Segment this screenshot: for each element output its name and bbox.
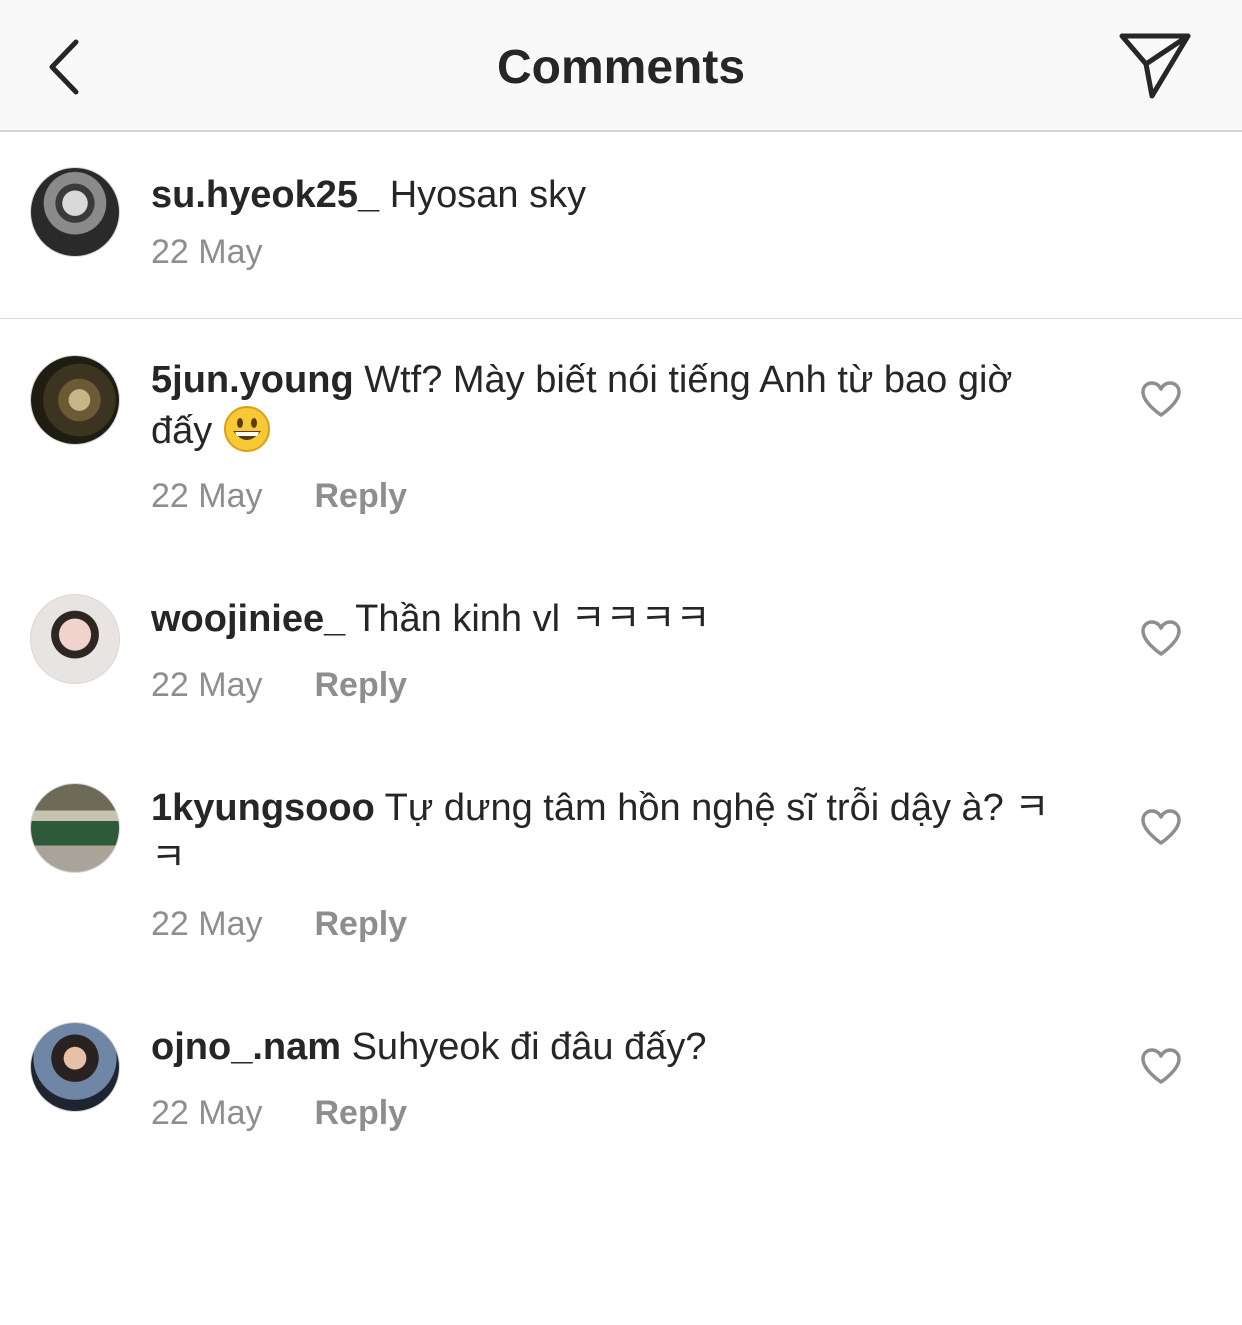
comment-meta: 22 May Reply	[151, 476, 407, 516]
grinning-face-emoji	[223, 406, 270, 452]
timestamp: 22 May	[151, 905, 263, 943]
caption-username[interactable]: su.hyeok25_	[151, 174, 379, 216]
reply-button[interactable]: Reply	[315, 477, 408, 515]
reply-button[interactable]: Reply	[315, 666, 408, 704]
comment-username[interactable]: woojiniee_	[151, 598, 345, 640]
heart-icon[interactable]	[1140, 808, 1182, 846]
page-title: Comments	[496, 41, 746, 94]
avatar[interactable]	[30, 355, 120, 445]
top-nav-bar: Comments	[0, 0, 1242, 132]
reply-button[interactable]: Reply	[315, 1094, 408, 1132]
comment-text: 1kyungsooo Tự dưng tâm hồn nghệ sĩ trỗi …	[151, 783, 1071, 883]
timestamp: 22 May	[151, 233, 263, 271]
comment-text: 5jun.young Wtf? Mày biết nói tiếng Anh t…	[151, 355, 1071, 456]
share-button[interactable]	[1114, 30, 1196, 102]
heart-icon[interactable]	[1140, 380, 1182, 418]
paper-plane-icon	[1119, 33, 1191, 99]
avatar[interactable]	[30, 594, 120, 684]
heart-icon[interactable]	[1140, 1047, 1182, 1085]
comment-text: ojno_.nam Suhyeok đi đâu đấy?	[151, 1022, 1071, 1072]
heart-icon[interactable]	[1140, 619, 1182, 657]
comment-username[interactable]: ojno_.nam	[151, 1026, 341, 1068]
caption-date: 22 May	[151, 232, 263, 272]
comment-meta: 22 May Reply	[151, 665, 407, 705]
avatar[interactable]	[30, 167, 120, 257]
comment-meta: 22 May Reply	[151, 1093, 407, 1133]
caption-body: Hyosan sky	[379, 174, 587, 216]
avatar[interactable]	[30, 1022, 120, 1112]
post-caption: su.hyeok25_ Hyosan sky 22 May	[0, 132, 1242, 319]
comment-username[interactable]: 1kyungsooo	[151, 787, 375, 829]
comment-meta: 22 May Reply	[151, 904, 407, 944]
comment-username[interactable]: 5jun.young	[151, 359, 354, 401]
avatar[interactable]	[30, 783, 120, 873]
reply-button[interactable]: Reply	[315, 905, 408, 943]
comment-body: Thần kinh vl ㅋㅋㅋㅋ	[345, 598, 711, 640]
timestamp: 22 May	[151, 1094, 263, 1132]
timestamp: 22 May	[151, 666, 263, 704]
caption-text: su.hyeok25_ Hyosan sky	[151, 170, 1071, 220]
comment-text: woojiniee_ Thần kinh vl ㅋㅋㅋㅋ	[151, 594, 1071, 644]
comment-body: Suhyeok đi đâu đấy?	[341, 1026, 707, 1068]
timestamp: 22 May	[151, 477, 263, 515]
